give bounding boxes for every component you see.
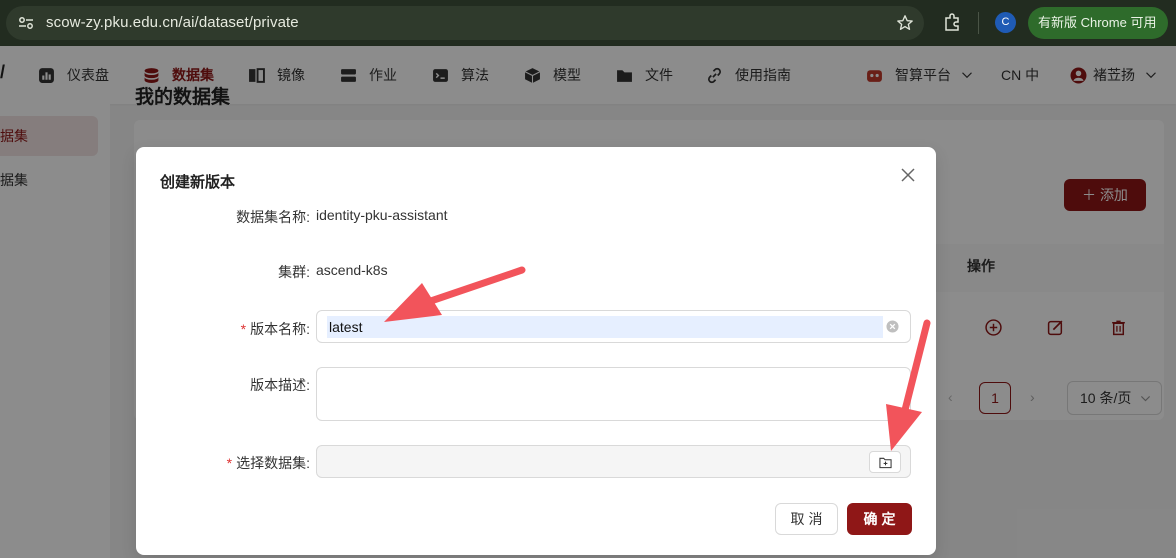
version-description-textarea[interactable] xyxy=(316,367,911,421)
url-text[interactable]: scow-zy.pku.edu.cn/ai/dataset/private xyxy=(46,14,299,31)
cluster-label: 集群: xyxy=(278,264,310,280)
select-dataset-label-text: 选择数据集: xyxy=(236,455,310,471)
chrome-update-button[interactable]: 有新版 Chrome 可用 xyxy=(1028,7,1168,39)
dataset-name-value: identity-pku-assistant xyxy=(316,207,448,223)
toolbar-divider xyxy=(978,12,979,34)
address-bar[interactable]: scow-zy.pku.edu.cn/ai/dataset/private xyxy=(6,6,924,40)
site-settings-icon[interactable] xyxy=(18,15,34,31)
select-dataset-label: * 选择数据集: xyxy=(136,453,310,473)
create-version-dialog: 创建新版本 数据集名称: identity-pku-assistant 集群: … xyxy=(136,147,936,555)
cancel-button[interactable]: 取消 xyxy=(775,503,838,535)
dataset-name-label: 数据集名称: xyxy=(236,209,310,225)
browser-toolbar: scow-zy.pku.edu.cn/ai/dataset/private C … xyxy=(0,0,1176,46)
required-mark: * xyxy=(226,455,233,471)
clear-input-icon[interactable] xyxy=(886,320,899,333)
folder-add-icon xyxy=(879,457,892,469)
version-desc-label: 版本描述: xyxy=(250,377,310,393)
close-icon[interactable] xyxy=(900,167,916,183)
profile-avatar[interactable]: C xyxy=(995,12,1016,33)
confirm-button[interactable]: 确定 xyxy=(847,503,912,535)
cluster-value: ascend-k8s xyxy=(316,262,388,278)
version-name-value[interactable]: latest xyxy=(327,316,883,338)
version-name-label: * 版本名称: xyxy=(136,319,310,339)
bookmark-star-icon[interactable] xyxy=(896,14,914,32)
version-name-input[interactable]: latest xyxy=(316,310,911,343)
browse-folder-button[interactable] xyxy=(869,451,901,473)
extensions-icon[interactable] xyxy=(942,12,962,32)
dialog-title: 创建新版本 xyxy=(160,174,236,191)
version-name-label-text: 版本名称: xyxy=(250,321,310,337)
required-mark: * xyxy=(240,321,247,337)
select-dataset-input[interactable] xyxy=(316,445,911,478)
